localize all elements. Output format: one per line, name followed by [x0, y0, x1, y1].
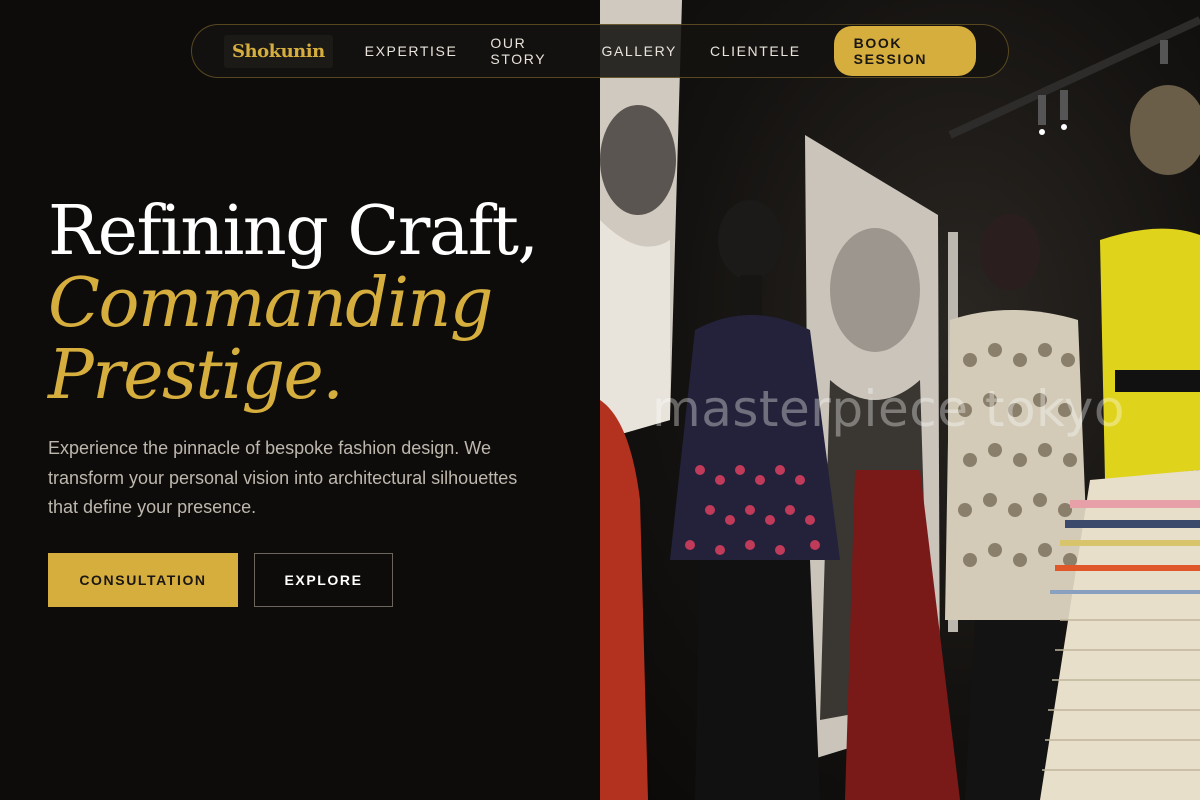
hero-description: Experience the pinnacle of bespoke fashi…: [48, 438, 518, 517]
hero-title-line-2: Commanding: [48, 264, 493, 343]
nav-link-gallery[interactable]: GALLERY: [601, 43, 677, 59]
explore-button[interactable]: EXPLORE: [254, 553, 393, 607]
hero-heading: Refining Craft, Commanding Prestige.: [48, 196, 588, 412]
book-session-button[interactable]: BOOK SESSION: [833, 26, 976, 76]
nav-link-our-story[interactable]: OUR STORY: [490, 35, 568, 67]
nav-link-expertise[interactable]: EXPERTISE: [365, 43, 458, 59]
top-navigation: Shokunin EXPERTISE OUR STORY GALLERY CLI…: [191, 24, 1009, 78]
watermark-text: masterpiece tokyo: [652, 380, 1125, 438]
hero-image: masterpiece tokyo: [600, 0, 1200, 800]
consultation-button[interactable]: CONSULTATION: [48, 553, 238, 607]
hero-title-line-1: Refining Craft,: [48, 192, 539, 271]
brand-logo[interactable]: Shokunin: [224, 34, 333, 68]
hero-title-line-3: Prestige.: [48, 336, 344, 415]
nav-link-clientele[interactable]: CLIENTELE: [710, 43, 801, 59]
